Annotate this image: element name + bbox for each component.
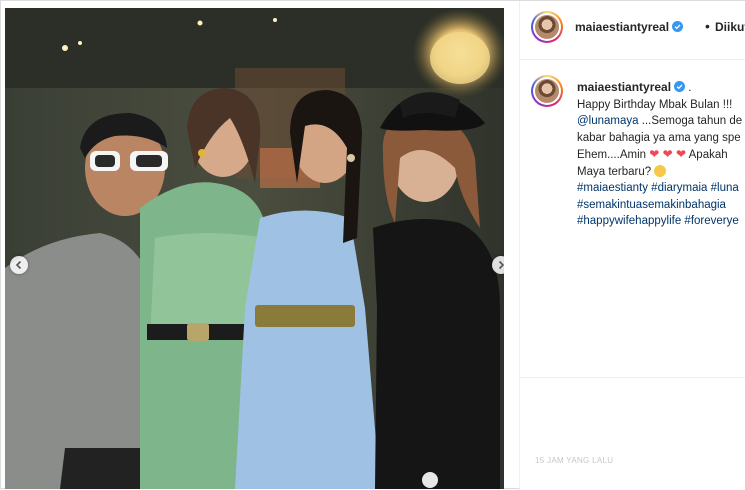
carousel-next-button[interactable] (492, 256, 504, 274)
caption-verified-badge-icon (674, 81, 686, 92)
caption-line-4: kabar bahagia ya ama yang spe (577, 131, 741, 144)
header-username-text[interactable]: maiaestiantyreal (575, 20, 669, 34)
caption-text: ...Semoga tahun de (638, 115, 743, 127)
group-photo-image (5, 8, 504, 489)
caption-text: Ehem....Amin (577, 149, 650, 161)
header-username[interactable]: maiaestiantyreal (575, 20, 684, 34)
caption-avatar-ring (533, 77, 561, 105)
header-separator: • (705, 18, 710, 34)
caption-line-5: Ehem....Amin ❤ ❤ ❤ Apakah (577, 146, 745, 164)
caption-text: Maya terbaru? (577, 165, 655, 178)
grin-emoji-icon (654, 164, 667, 177)
post-photo[interactable] (5, 8, 504, 489)
caption-avatar[interactable] (531, 75, 563, 107)
post-timestamp: 15 JAM YANG LALU (535, 456, 614, 465)
caption-avatar-image (535, 79, 559, 103)
hashtag-link[interactable]: #maiaestianty (577, 182, 648, 194)
hashtag-link[interactable]: #happywifehappylife (577, 215, 681, 227)
panel-divider (520, 377, 745, 378)
caption-line-3: @lunamaya ...Semoga tahun de (577, 113, 745, 130)
caption-hashtags-2: #semakintuasemakinbahagia (577, 197, 745, 214)
caption-line-2: Happy Birthday Mbak Bulan !!! (577, 98, 733, 111)
verified-badge-icon (672, 21, 684, 32)
hashtag-link[interactable]: #semakintuasemakinbahagia (577, 199, 726, 211)
chevron-left-icon (15, 260, 22, 270)
post-side-panel: maiaestiantyreal • Diikuti maiaestiantyr… (519, 1, 745, 490)
avatar-image (535, 15, 559, 39)
avatar[interactable] (531, 11, 563, 43)
caption-text: Apakah (686, 149, 728, 161)
caption-hashtags-1: #maiaestianty #diarymaia #luna (577, 180, 745, 197)
caption-username-suffix: . (685, 82, 692, 94)
carousel-prev-button[interactable] (10, 256, 28, 274)
caption-line-6: Maya terbaru? (577, 164, 745, 181)
instagram-post: maiaestiantyreal • Diikuti maiaestiantyr… (0, 0, 745, 490)
chevron-right-icon (498, 260, 504, 270)
hashtag-link[interactable]: #diarymaia (651, 182, 707, 194)
post-header: maiaestiantyreal • Diikuti (520, 1, 745, 60)
heart-emoji-icon: ❤ ❤ ❤ (649, 147, 687, 161)
caption-username[interactable]: maiaestiantyreal (577, 80, 671, 94)
post-caption: maiaestiantyreal . Happy Birthday Mbak B… (577, 79, 745, 230)
avatar-ring (533, 13, 561, 41)
hashtag-link[interactable]: #foreverye (684, 215, 738, 227)
caption-line-1: maiaestiantyreal . (577, 79, 745, 97)
hashtag-link[interactable]: #luna (711, 182, 739, 194)
mention-link[interactable]: @lunamaya (577, 115, 639, 127)
caption-hashtags-3: #happywifehappylife #foreverye (577, 213, 745, 230)
follow-status-button[interactable]: Diikuti (715, 20, 745, 34)
